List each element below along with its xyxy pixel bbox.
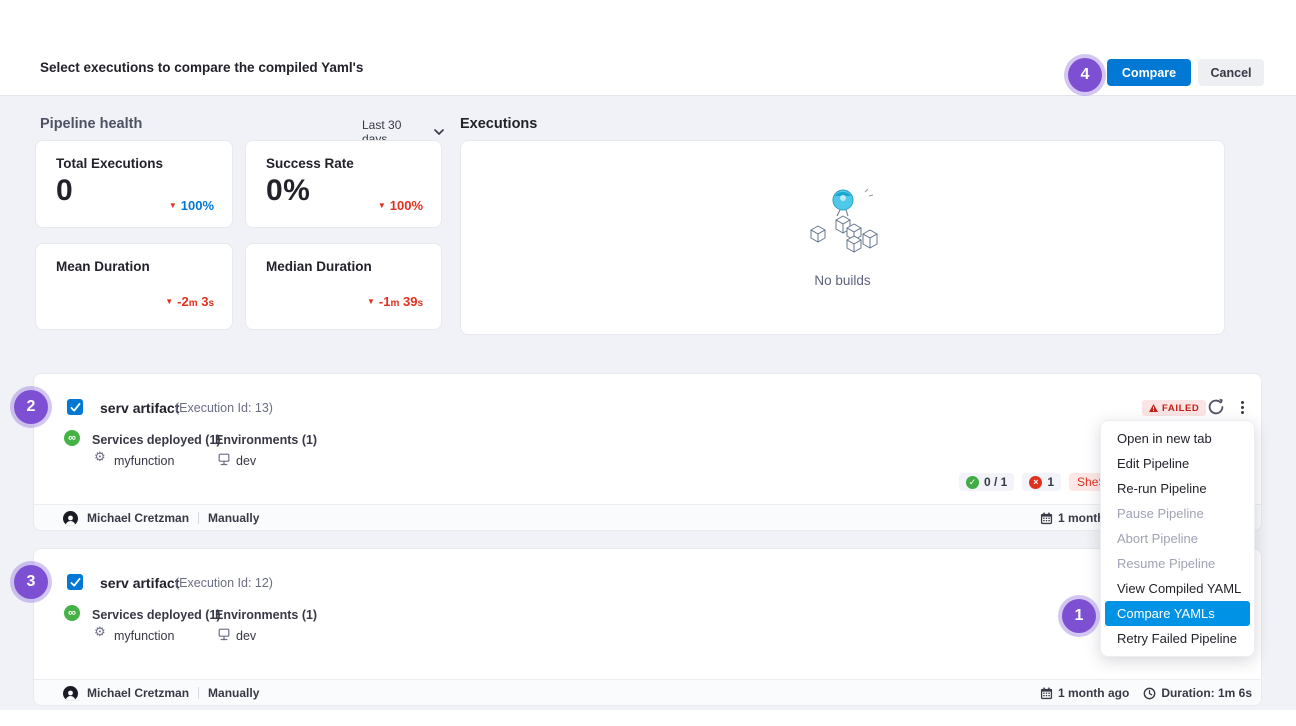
- pipeline-health-title: Pipeline health: [40, 116, 142, 132]
- menu-item-abort-pipeline: Abort Pipeline: [1101, 526, 1254, 551]
- check-icon: [70, 403, 81, 412]
- environments-label: Environments (1): [215, 433, 317, 447]
- footer-separator: [198, 512, 199, 524]
- metric-title: Median Duration: [266, 259, 421, 274]
- metric-title: Total Executions: [56, 156, 212, 171]
- page-title: Select executions to compare the compile…: [40, 60, 363, 75]
- execution-row-footer: Michael Cretzman Manually 1 month ago Du…: [34, 679, 1261, 705]
- delta-down-icon: ▼: [378, 202, 386, 210]
- metric-card-median-duration: Median Duration ▼ -1m 39s: [245, 243, 442, 330]
- environment-icon: [218, 628, 230, 646]
- no-builds-label: No builds: [814, 273, 870, 288]
- metric-card-total-executions: Total Executions 0 ▼ 100%: [35, 140, 233, 228]
- services-deployed-label: Services deployed (1): [92, 608, 221, 622]
- compare-button[interactable]: Compare: [1107, 59, 1191, 86]
- annotation-step-4: 4: [1068, 58, 1102, 92]
- menu-item-edit-pipeline[interactable]: Edit Pipeline: [1101, 451, 1254, 476]
- delta-down-icon: ▼: [367, 298, 375, 306]
- avatar-icon: [63, 686, 78, 701]
- status-label: FAILED: [1162, 403, 1199, 414]
- metric-delta: ▼ 100%: [378, 198, 423, 213]
- failed-count: 1: [1047, 475, 1054, 489]
- annotation-step-3: 3: [14, 565, 48, 599]
- environments-label: Environments (1): [215, 608, 317, 622]
- gear-icon: ⚙: [94, 626, 106, 639]
- executions-title: Executions: [460, 116, 537, 132]
- metric-title: Mean Duration: [56, 259, 212, 274]
- gear-icon: ⚙: [94, 451, 106, 464]
- check-icon: ✓: [966, 476, 979, 489]
- no-builds-illustration: [799, 188, 887, 263]
- trigger-type: Manually: [208, 511, 259, 525]
- delta-value: 100%: [390, 198, 423, 213]
- annotation-step-2: 2: [14, 390, 48, 424]
- environment-icon: [218, 453, 230, 471]
- avatar-icon: [63, 511, 78, 526]
- executions-empty-panel: No builds: [460, 140, 1225, 335]
- menu-item-open-in-new-tab[interactable]: Open in new tab: [1101, 426, 1254, 451]
- cd-infinity-icon: ∞: [64, 430, 80, 446]
- execution-row-13[interactable]: serv artifact (Execution Id: 13) ∞ Servi…: [33, 373, 1262, 531]
- menu-item-retry-failed-pipeline[interactable]: Retry Failed Pipeline: [1101, 626, 1254, 651]
- menu-item-resume-pipeline: Resume Pipeline: [1101, 551, 1254, 576]
- metric-card-mean-duration: Mean Duration ▼ -2m 3s: [35, 243, 233, 330]
- retry-icon[interactable]: [1206, 397, 1226, 417]
- delta-down-icon: ▼: [169, 202, 177, 210]
- clock-icon: [1143, 687, 1156, 700]
- trigger-type: Manually: [208, 686, 259, 700]
- pipeline-name[interactable]: serv artifact: [100, 400, 179, 416]
- services-deployed-label: Services deployed (1): [92, 433, 221, 447]
- failed-count-pill: × 1: [1022, 473, 1061, 491]
- metric-delta: ▼ -2m 3s: [165, 294, 214, 309]
- passed-count: 0 / 1: [984, 475, 1007, 489]
- check-icon: [70, 578, 81, 587]
- passed-count-pill: ✓ 0 / 1: [959, 473, 1014, 491]
- execution-duration: Duration: 1m 6s: [1161, 686, 1252, 700]
- execution-row-footer: Michael Cretzman Manually 1 month ago Du…: [34, 504, 1261, 530]
- menu-item-pause-pipeline: Pause Pipeline: [1101, 501, 1254, 526]
- delta-value: -2m 3s: [177, 294, 214, 309]
- delta-value: 100%: [181, 198, 214, 213]
- execution-context-menu: Open in new tab Edit Pipeline Re-run Pip…: [1100, 420, 1255, 657]
- triggered-by-user: Michael Cretzman: [87, 511, 189, 525]
- execution-id: (Execution Id: 12): [175, 576, 273, 590]
- execution-time: 1 month ago: [1058, 686, 1129, 700]
- calendar-icon: [1040, 687, 1053, 700]
- menu-item-view-compiled-yaml[interactable]: View Compiled YAML: [1101, 576, 1254, 601]
- metric-delta: ▼ 100%: [169, 198, 214, 213]
- cd-infinity-icon: ∞: [64, 605, 80, 621]
- execution-id: (Execution Id: 13): [175, 401, 273, 415]
- metric-delta: ▼ -1m 39s: [367, 294, 423, 309]
- menu-item-rerun-pipeline[interactable]: Re-run Pipeline: [1101, 476, 1254, 501]
- kebab-menu-icon[interactable]: [1235, 398, 1249, 416]
- compare-executions-page: Select executions to compare the compile…: [0, 0, 1296, 726]
- annotation-step-1: 1: [1062, 599, 1096, 633]
- cancel-button-label: Cancel: [1211, 66, 1252, 80]
- service-name: myfunction: [114, 629, 174, 643]
- metric-card-success-rate: Success Rate 0% ▼ 100%: [245, 140, 442, 228]
- chevron-down-icon: [434, 129, 444, 135]
- status-badge-failed: FAILED: [1142, 400, 1206, 416]
- cross-icon: ×: [1029, 476, 1042, 489]
- menu-item-compare-yamls[interactable]: Compare YAMLs: [1105, 601, 1250, 626]
- pipeline-name[interactable]: serv artifact: [100, 575, 179, 591]
- execution-checkbox[interactable]: [67, 399, 83, 415]
- warning-triangle-icon: [1149, 404, 1158, 412]
- environment-name: dev: [236, 454, 256, 468]
- delta-value: -1m 39s: [379, 294, 423, 309]
- execution-checkbox[interactable]: [67, 574, 83, 590]
- delta-down-icon: ▼: [165, 298, 173, 306]
- compare-header-bar: Select executions to compare the compile…: [0, 0, 1296, 96]
- cancel-button[interactable]: Cancel: [1198, 59, 1264, 86]
- bottom-strip: [0, 710, 1296, 726]
- calendar-icon: [1040, 512, 1053, 525]
- footer-separator: [198, 687, 199, 699]
- triggered-by-user: Michael Cretzman: [87, 686, 189, 700]
- environment-name: dev: [236, 629, 256, 643]
- metric-title: Success Rate: [266, 156, 421, 171]
- compare-button-label: Compare: [1122, 66, 1176, 80]
- service-name: myfunction: [114, 454, 174, 468]
